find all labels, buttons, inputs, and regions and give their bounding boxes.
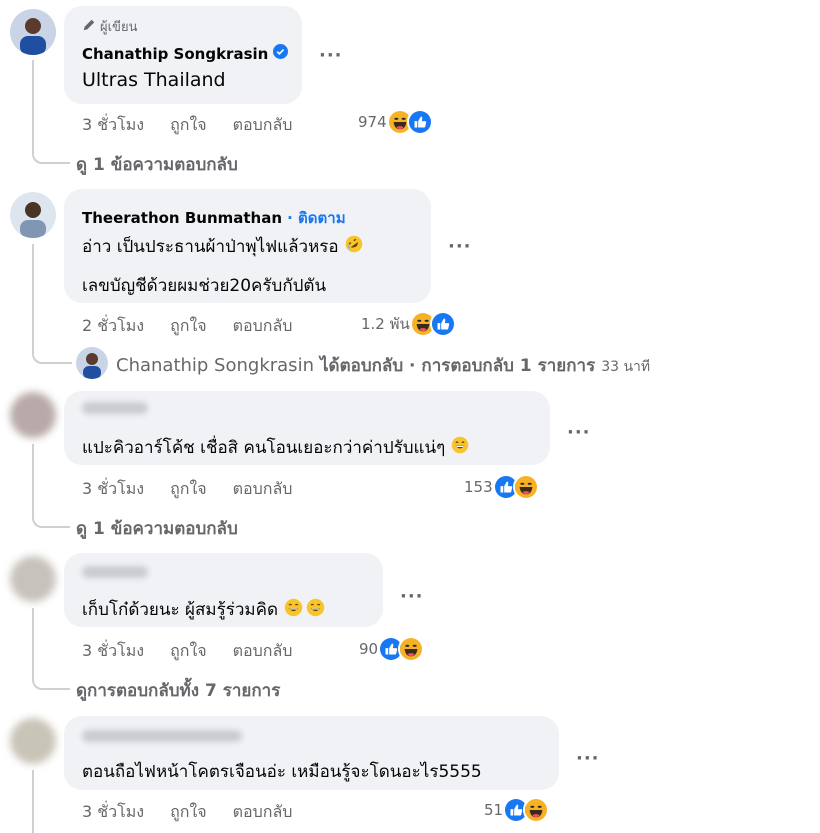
avatar[interactable] [10,556,56,602]
follow-button[interactable]: · ติดตาม [287,209,345,227]
comment-author: Theerathon Bunmathan · ติดตาม [82,206,346,230]
reactions-summary[interactable]: 1.2 พัน [361,311,456,337]
thread-line [32,60,70,164]
more-options-button[interactable]: ··· [576,748,600,769]
haha-reaction-icon [398,636,425,662]
blurred-author-name [82,402,148,414]
reaction-count: 153 [464,478,493,496]
reactions-summary[interactable]: 90 [359,636,425,662]
comment-text-line: เก็บโก๋ด้วยนะ ผู้สมรู้ร่วมคิด [82,600,278,620]
comment-actions: 3 ชั่วโมง ถูกใจ ตอบกลับ [82,477,292,502]
author-name[interactable]: Chanathip Songkrasin [82,45,268,63]
pencil-icon [82,18,96,36]
view-replies-link[interactable]: ดูการตอบกลับทั้ง 7 รายการ [76,677,280,704]
avatar[interactable] [10,718,56,764]
reply-summary[interactable]: ได้ตอบกลับ · การตอบกลับ 1 รายการ [320,352,595,379]
comment-author[interactable]: Chanathip Songkrasin [82,44,289,63]
like-reaction-icon [406,109,433,135]
reaction-count: 90 [359,640,379,658]
comment-text: ตอนถือไฟหน้าโคตรเจือนอ่ะ เหมือนรู้จะโดนอ… [82,762,482,782]
reply-time: 33 นาที [601,359,651,375]
reactions-summary[interactable]: 51 [484,797,550,823]
reaction-count: 974 [358,113,387,131]
more-options-button[interactable]: ··· [400,586,424,607]
like-button[interactable]: ถูกใจ [170,800,207,825]
like-button[interactable]: ถูกใจ [170,113,207,138]
blurred-author-name [82,566,148,578]
reply-author[interactable]: Chanathip Songkrasin [116,355,314,376]
grin-emoji-icon [451,436,469,459]
comment-text: แปะคิวอาร์โค้ช เชื่อสิ คนโอนเยอะกว่าค่าป… [82,434,469,461]
haha-reaction-icon [523,797,550,823]
author-name[interactable]: Theerathon Bunmathan [82,209,282,227]
more-options-button[interactable]: ··· [319,45,343,66]
haha-reaction-icon [512,474,539,500]
reply-button[interactable]: ตอบกลับ [233,477,293,502]
avatar[interactable] [10,392,56,438]
reply-button[interactable]: ตอบกลับ [233,800,293,825]
comment-text-line: เลขบัญชีด้วยผมช่วย20ครับกัปตัน [82,276,327,296]
reaction-count: 51 [484,801,504,819]
reactions-summary[interactable]: 153 [464,474,539,500]
author-badge: ผู้เขียน [82,16,137,37]
more-options-button[interactable]: ··· [448,236,472,257]
comment-actions: 3 ชั่วโมง ถูกใจ ตอบกลับ [82,800,292,825]
comment-text-line: แปะคิวอาร์โค้ช เชื่อสิ คนโอนเยอะกว่าค่าป… [82,438,446,458]
author-badge-label: ผู้เขียน [100,20,138,35]
comment-actions: 2 ชั่วโมง ถูกใจ ตอบกลับ [82,314,292,339]
view-replies-link[interactable]: ดู 1 ข้อความตอบกลับ [76,151,238,178]
like-button[interactable]: ถูกใจ [170,477,207,502]
thread-line [32,770,34,833]
avatar[interactable] [10,192,56,238]
rolling-laugh-emoji-icon [345,235,363,258]
grin-emoji-icon [284,598,303,622]
thread-line [32,244,72,364]
more-options-button[interactable]: ··· [567,422,591,443]
verified-badge-icon [273,44,289,63]
like-button[interactable]: ถูกใจ [170,639,207,664]
blurred-author-name [82,730,242,742]
thread-line [32,444,70,528]
grin-emoji-icon [306,598,325,622]
comment-text: Ultras Thailand [82,69,226,91]
thread-line [32,608,70,690]
comment-time[interactable]: 3 ชั่วโมง [82,113,144,138]
reply-button[interactable]: ตอบกลับ [233,639,293,664]
comment-actions: 3 ชั่วโมง ถูกใจ ตอบกลับ [82,113,292,138]
reactions-summary[interactable]: 974 [358,109,433,135]
comment-text: อ่าว เป็นประธานผ้าป่าพุไฟแล้วหรอ [82,233,363,260]
comment-text-line: อ่าว เป็นประธานผ้าป่าพุไฟแล้วหรอ [82,237,339,257]
comment-time[interactable]: 3 ชั่วโมง [82,639,144,664]
comment-time[interactable]: 3 ชั่วโมง [82,477,144,502]
like-reaction-icon [429,311,456,337]
reply-button[interactable]: ตอบกลับ [233,314,293,339]
reply-button[interactable]: ตอบกลับ [233,113,293,138]
reaction-count: 1.2 พัน [361,315,410,333]
reply-avatar[interactable] [76,347,108,379]
reply-preview[interactable]: Chanathip Songkrasin ได้ตอบกลับ · การตอบ… [116,352,650,379]
avatar[interactable] [10,9,56,55]
view-replies-link[interactable]: ดู 1 ข้อความตอบกลับ [76,515,238,542]
comment-actions: 3 ชั่วโมง ถูกใจ ตอบกลับ [82,639,292,664]
comment-time[interactable]: 3 ชั่วโมง [82,800,144,825]
comment-text: เก็บโก๋ด้วยนะ ผู้สมรู้ร่วมคิด [82,596,325,623]
comment-time[interactable]: 2 ชั่วโมง [82,314,144,339]
like-button[interactable]: ถูกใจ [170,314,207,339]
